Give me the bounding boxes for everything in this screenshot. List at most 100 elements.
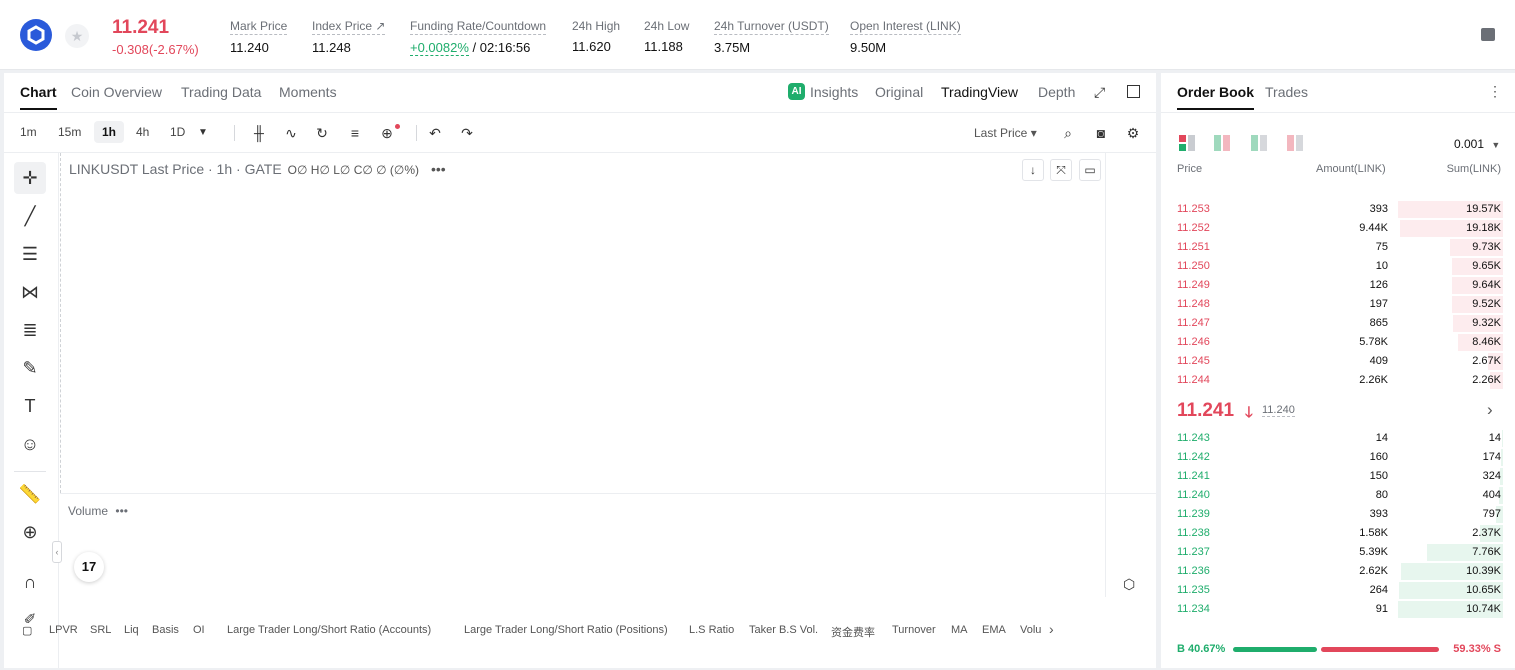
bid-row[interactable]: 11.240 80 404 <box>1161 486 1515 505</box>
replay-icon[interactable]: ↻ <box>313 124 331 142</box>
volume-pane[interactable]: Volume ••• 17 ⬡ <box>60 493 1156 597</box>
ask-row[interactable]: 11.249 126 9.64K <box>1161 276 1515 295</box>
tab-trades[interactable]: Trades <box>1265 84 1308 100</box>
more-vertical-icon[interactable]: ⋮ <box>1488 83 1502 100</box>
indicator-toggle-icon[interactable]: ▢ <box>22 624 32 637</box>
ask-row[interactable]: 11.251 75 9.73K <box>1161 238 1515 257</box>
bid-row[interactable]: 11.234 91 10.74K <box>1161 600 1515 619</box>
ask-row[interactable]: 11.245 409 2.67K <box>1161 352 1515 371</box>
arrow-down-icon[interactable]: ↓ <box>1022 159 1044 181</box>
indicator-item[interactable]: EMA <box>982 624 1006 636</box>
collapse-toolbar-icon[interactable]: ‹ <box>52 541 62 563</box>
ask-row[interactable]: 11.248 197 9.52K <box>1161 295 1515 314</box>
ask-row[interactable]: 11.244 2.26K 2.26K <box>1161 371 1515 390</box>
fib-icon[interactable]: ≣ <box>14 314 46 346</box>
bid-row[interactable]: 11.236 2.62K 10.39K <box>1161 562 1515 581</box>
indicator-item[interactable]: LPVR <box>49 624 78 636</box>
settings-hex-icon[interactable]: ⬡ <box>1123 576 1135 593</box>
stat-label[interactable]: 24h Turnover (USDT) <box>714 19 829 35</box>
redo-icon[interactable]: ↷ <box>458 124 476 142</box>
pattern-icon[interactable]: ⋈ <box>14 276 46 308</box>
timeframe-1d[interactable]: 1D <box>170 125 185 139</box>
templates-icon[interactable]: ≡ <box>346 124 364 142</box>
tab-trading-data[interactable]: Trading Data <box>181 84 261 100</box>
tab-order-book[interactable]: Order Book <box>1177 84 1255 110</box>
undo-icon[interactable]: ↶ <box>426 124 444 142</box>
view-depth[interactable]: Depth <box>1038 84 1075 100</box>
horizontal-lines-icon[interactable]: ☰ <box>14 238 46 270</box>
add-alert-icon[interactable]: ⊕ <box>378 124 396 142</box>
indicator-item[interactable]: L.S Ratio <box>689 624 734 636</box>
ask-row[interactable]: 11.252 9.44K 19.18K <box>1161 219 1515 238</box>
ruler-icon[interactable]: 📏 <box>14 478 46 510</box>
camera-icon[interactable]: ◙ <box>1092 124 1110 142</box>
stat-label[interactable]: Mark Price <box>230 19 288 35</box>
bid-row[interactable]: 11.243 14 14 <box>1161 429 1515 448</box>
favorite-star-icon[interactable]: ★ <box>65 24 89 48</box>
brush-icon[interactable]: ✎ <box>14 352 46 384</box>
indicator-item[interactable]: Volu <box>1020 624 1041 636</box>
text-icon[interactable]: T <box>14 390 46 422</box>
timeframe-15m[interactable]: 15m <box>58 125 81 139</box>
magnet-icon[interactable]: ∩ <box>14 566 46 598</box>
bid-row[interactable]: 11.242 160 174 <box>1161 448 1515 467</box>
bid-row[interactable]: 11.237 5.39K 7.76K <box>1161 543 1515 562</box>
trend-line-icon[interactable]: ╱ <box>14 200 46 232</box>
precision-select[interactable]: 0.001 ▼ <box>1454 137 1500 151</box>
stat-label[interactable]: Funding Rate/Countdown <box>410 19 547 35</box>
timeframe-1h[interactable]: 1h <box>94 121 125 143</box>
collapse-icon[interactable]: ⤧ <box>1050 159 1072 181</box>
chevron-right-icon[interactable]: › <box>1049 621 1054 637</box>
view-original[interactable]: Original <box>875 84 923 100</box>
view-insights[interactable]: Insights <box>810 84 858 100</box>
timeframe-1m[interactable]: 1m <box>20 125 37 139</box>
indicator-item[interactable]: Large Trader Long/Short Ratio (Accounts) <box>227 624 431 636</box>
price-plot[interactable]: LINKUSDT Last Price · 1h · GATE O∅ H∅ L∅ … <box>60 153 1105 493</box>
indicator-item[interactable]: Turnover <box>892 624 936 636</box>
ask-row[interactable]: 11.247 865 9.32K <box>1161 314 1515 333</box>
zoom-in-icon[interactable]: ⊕ <box>14 516 46 548</box>
bid-row[interactable]: 11.241 150 324 <box>1161 467 1515 486</box>
more-icon[interactable]: ••• <box>115 504 128 518</box>
view-bids-icon[interactable] <box>1251 135 1267 151</box>
indicator-item[interactable]: Taker B.S Vol. <box>749 624 818 636</box>
tab-chart[interactable]: Chart <box>20 84 57 110</box>
indicator-item[interactable]: SRL <box>90 624 111 636</box>
window-icon[interactable] <box>1127 85 1140 98</box>
price-source-select[interactable]: Last Price ▾ <box>974 126 1037 140</box>
stat-label[interactable]: Open Interest (LINK) <box>850 19 961 35</box>
fullscreen-icon[interactable]: ⤢ <box>1094 84 1105 101</box>
tab-coin-overview[interactable]: Coin Overview <box>71 84 162 100</box>
bid-row[interactable]: 11.235 264 10.65K <box>1161 581 1515 600</box>
maximize-pane-icon[interactable]: ▭ <box>1079 159 1101 181</box>
chevron-right-icon[interactable]: › <box>1487 400 1493 420</box>
indicators-icon[interactable]: ∿ <box>282 124 300 142</box>
tradingview-logo[interactable]: 17 <box>74 552 104 582</box>
view-tradingview[interactable]: TradingView <box>941 84 1018 100</box>
view-asks-icon[interactable] <box>1287 135 1303 151</box>
more-icon[interactable]: ••• <box>431 161 446 177</box>
indicator-item[interactable]: Large Trader Long/Short Ratio (Positions… <box>464 624 668 636</box>
timeframe-4h[interactable]: 4h <box>136 125 149 139</box>
view-split-icon[interactable] <box>1214 135 1230 151</box>
indicator-item[interactable]: 资金费率 <box>831 624 875 640</box>
bid-row[interactable]: 11.239 393 797 <box>1161 505 1515 524</box>
indicator-item[interactable]: MA <box>951 624 968 636</box>
indicator-item[interactable]: Basis <box>152 624 179 636</box>
tab-moments[interactable]: Moments <box>279 84 337 100</box>
bid-row[interactable]: 11.238 1.58K 2.37K <box>1161 524 1515 543</box>
chevron-down-icon[interactable]: ▼ <box>194 124 212 142</box>
indicator-item[interactable]: Liq <box>124 624 139 636</box>
book-icon[interactable] <box>1481 28 1495 41</box>
emoji-icon[interactable]: ☺ <box>14 428 46 460</box>
view-both-icon[interactable] <box>1179 135 1195 151</box>
ask-row[interactable]: 11.250 10 9.65K <box>1161 257 1515 276</box>
gear-icon[interactable]: ⚙ <box>1124 124 1142 142</box>
crosshair-icon[interactable]: ✛ <box>14 162 46 194</box>
candlestick-icon[interactable]: ╫ <box>250 124 268 142</box>
search-icon[interactable]: ⌕ <box>1059 124 1077 142</box>
ask-row[interactable]: 11.246 5.78K 8.46K <box>1161 333 1515 352</box>
indicator-item[interactable]: OI <box>193 624 205 636</box>
stat-label[interactable]: Index Price ↗ <box>312 19 386 35</box>
ask-row[interactable]: 11.253 393 19.57K <box>1161 200 1515 219</box>
